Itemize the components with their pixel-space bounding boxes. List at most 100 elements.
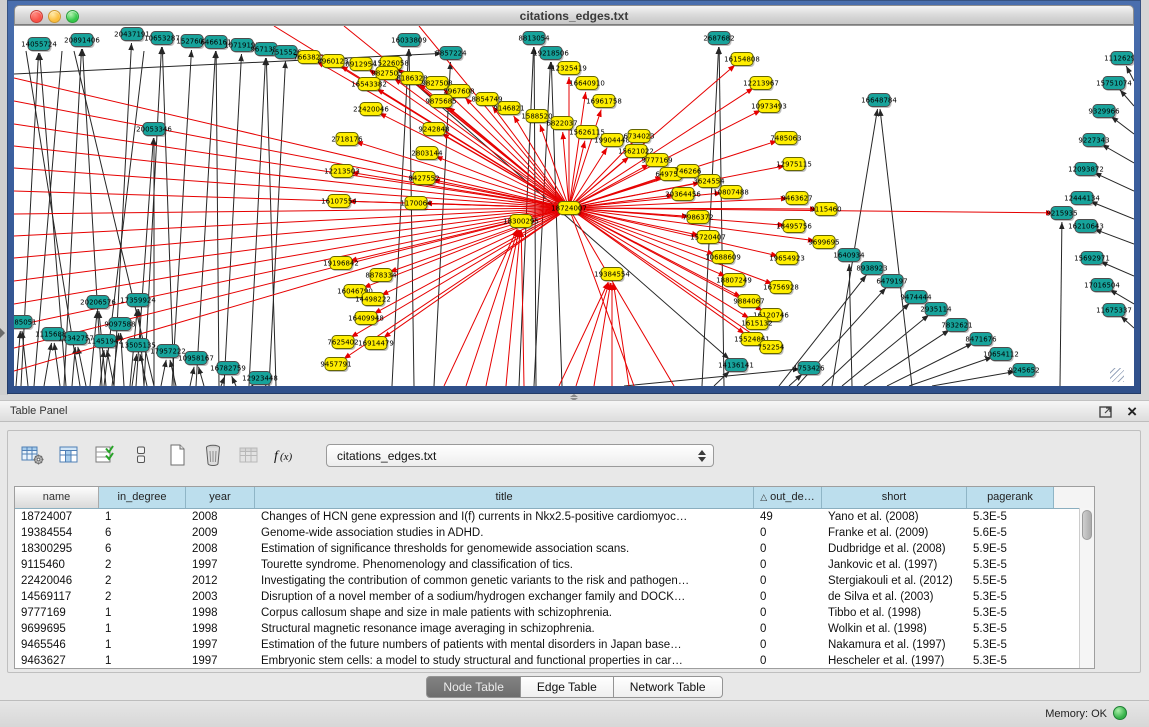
graph-node[interactable]: 16543382 [351, 78, 387, 93]
graph-node[interactable]: 8813054 [518, 32, 550, 47]
graph-node[interactable]: 16033809 [391, 34, 427, 49]
cell-in_degree[interactable]: 6 [99, 541, 186, 557]
graph-node[interactable]: 16107554 [321, 195, 357, 210]
cell-out_de[interactable]: 0 [754, 653, 822, 669]
cell-pagerank[interactable]: 5.3E-5 [967, 637, 1054, 653]
cell-name[interactable]: 18300295 [15, 541, 99, 557]
graph-node[interactable]: 16210643 [1068, 220, 1104, 235]
graph-node[interactable]: 1170064 [400, 197, 432, 212]
graph-node[interactable]: 1640934 [833, 249, 865, 264]
cell-pagerank[interactable]: 5.6E-5 [967, 525, 1054, 541]
cell-short[interactable]: Dudbridge et al. (2008) [822, 541, 967, 557]
cell-title[interactable]: Corpus callosum shape and size in male p… [255, 605, 754, 621]
graph-node[interactable]: 12923448 [242, 372, 278, 387]
graph-node[interactable]: 9457791 [320, 358, 351, 373]
cell-short[interactable]: Stergiakouli et al. (2012) [822, 573, 967, 589]
graph-node[interactable]: 20364456 [665, 188, 701, 203]
column-header-title[interactable]: title [255, 487, 754, 508]
graph-node[interactable]: 3624554 [693, 175, 725, 190]
cell-in_degree[interactable]: 2 [99, 573, 186, 589]
graph-node[interactable]: 1615132 [741, 317, 772, 332]
column-header-out_de[interactable]: △out_de… [754, 487, 822, 508]
cell-name[interactable]: 9465546 [15, 637, 99, 653]
cell-year[interactable]: 2008 [186, 541, 255, 557]
graph-node[interactable]: 9115460 [810, 203, 841, 218]
graph-node[interactable]: 2803144 [411, 147, 443, 162]
graph-node[interactable]: 9884067 [733, 295, 764, 310]
tab-network-table[interactable]: Network Table [614, 676, 723, 698]
graph-node[interactable]: 1753426 [793, 362, 825, 377]
cell-title[interactable]: Estimation of the future numbers of pati… [255, 637, 754, 653]
cell-year[interactable]: 2012 [186, 573, 255, 589]
cell-short[interactable]: de Silva et al. (2003) [822, 589, 967, 605]
cell-in_degree[interactable]: 1 [99, 621, 186, 637]
graph-node[interactable]: 2687682 [703, 32, 734, 47]
cell-out_de[interactable]: 0 [754, 525, 822, 541]
cell-name[interactable]: 9699695 [15, 621, 99, 637]
graph-node[interactable]: 15751074 [1096, 77, 1132, 92]
cell-year[interactable]: 2003 [186, 589, 255, 605]
cell-year[interactable]: 1997 [186, 637, 255, 653]
cell-short[interactable]: Nakamura et al. (1997) [822, 637, 967, 653]
graph-node[interactable]: 16756928 [763, 281, 799, 296]
graph-node[interactable]: 19384554 [594, 268, 630, 283]
float-panel-icon[interactable] [1099, 405, 1113, 418]
select-columns-icon[interactable] [56, 442, 82, 468]
graph-node[interactable]: 11126296 [1104, 52, 1134, 67]
graph-node[interactable]: 16648784 [861, 94, 897, 109]
cell-out_de[interactable]: 49 [754, 509, 822, 525]
cell-pagerank[interactable]: 5.3E-5 [967, 605, 1054, 621]
network-canvas[interactable]: 1405572420891406204371911065328715276026… [14, 25, 1134, 386]
cell-name[interactable]: 9115460 [15, 557, 99, 573]
resize-grip-icon[interactable] [1110, 368, 1124, 382]
cell-title[interactable]: Tourette syndrome. Phenomenology and cla… [255, 557, 754, 573]
graph-node[interactable]: 8938923 [856, 262, 887, 277]
tab-edge-table[interactable]: Edge Table [521, 676, 614, 698]
graph-node[interactable]: 20891406 [64, 34, 100, 49]
graph-node[interactable]: 16154808 [724, 53, 760, 68]
graph-node[interactable]: 7832621 [941, 319, 972, 334]
cell-in_degree[interactable]: 1 [99, 637, 186, 653]
graph-node[interactable]: 17359924 [120, 294, 156, 309]
cell-short[interactable]: Hescheler et al. (1997) [822, 653, 967, 669]
graph-node[interactable]: 14498222 [355, 293, 391, 308]
close-panel-icon[interactable]: × [1127, 401, 1137, 423]
table-row[interactable]: 1872400712008Changes of HCN gene express… [15, 509, 1094, 525]
graph-node[interactable]: 10807488 [713, 186, 749, 201]
cell-short[interactable]: Tibbo et al. (1998) [822, 605, 967, 621]
cell-year[interactable]: 2008 [186, 509, 255, 525]
table-row[interactable]: 946362711997Embryonic stem cells: a mode… [15, 653, 1094, 669]
network-window-titlebar[interactable]: citations_edges.txt [14, 5, 1134, 25]
cell-out_de[interactable]: 0 [754, 541, 822, 557]
cell-short[interactable]: Jankovic et al. (1997) [822, 557, 967, 573]
graph-node[interactable]: 9875685 [425, 95, 456, 110]
graph-node[interactable]: 2718176 [331, 133, 363, 148]
graph-node[interactable]: 11675337 [1096, 304, 1132, 319]
cell-year[interactable]: 1998 [186, 621, 255, 637]
graph-node[interactable]: 19218506 [533, 47, 569, 62]
table-row[interactable]: 1456911722003Disruption of a novel membe… [15, 589, 1094, 605]
column-settings-icon[interactable] [20, 442, 46, 468]
cell-out_de[interactable]: 0 [754, 589, 822, 605]
cell-title[interactable]: Disruption of a novel member of a sodium… [255, 589, 754, 605]
graph-node[interactable]: 16961758 [586, 95, 622, 110]
cell-pagerank[interactable]: 5.3E-5 [967, 621, 1054, 637]
cell-name[interactable]: 22420046 [15, 573, 99, 589]
cell-year[interactable]: 1998 [186, 605, 255, 621]
cell-name[interactable]: 14569117 [15, 589, 99, 605]
cell-pagerank[interactable]: 5.3E-5 [967, 653, 1054, 669]
table-row[interactable]: 977716911998Corpus callosum shape and si… [15, 605, 1094, 621]
graph-node[interactable]: 9227343 [1078, 134, 1109, 149]
graph-node[interactable]: 8960123 [317, 55, 348, 70]
graph-node[interactable]: 9215935 [1046, 207, 1077, 222]
table-row[interactable]: 911546021997Tourette syndrome. Phenomeno… [15, 557, 1094, 573]
graph-node[interactable]: 19654923 [769, 252, 805, 267]
graph-node[interactable]: 8485051 [14, 316, 37, 331]
graph-node[interactable]: 16640910 [569, 77, 605, 92]
graph-node[interactable]: 9329966 [1088, 105, 1120, 120]
cell-year[interactable]: 2009 [186, 525, 255, 541]
column-header-pagerank[interactable]: pagerank [967, 487, 1054, 508]
table-row[interactable]: 946554611997Estimation of the future num… [15, 637, 1094, 653]
cell-out_de[interactable]: 0 [754, 637, 822, 653]
graph-node[interactable]: 10653287 [144, 32, 180, 47]
